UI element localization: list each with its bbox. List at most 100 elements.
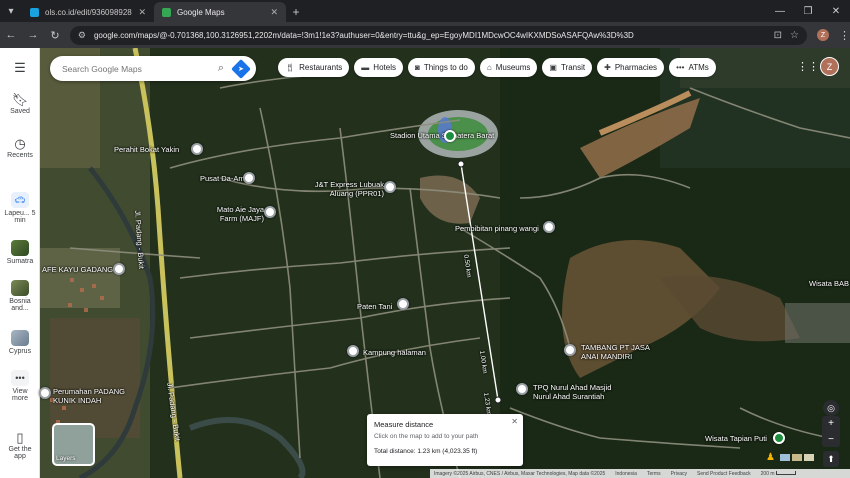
- place-pin-icon[interactable]: [113, 263, 125, 275]
- park-pin-icon[interactable]: [773, 432, 785, 444]
- place-label[interactable]: Kampung halaman: [363, 348, 426, 357]
- country-link[interactable]: Indonesia: [615, 471, 637, 477]
- chip-transit[interactable]: ▣ Transit: [542, 58, 593, 77]
- thumbnail[interactable]: [792, 454, 802, 461]
- browser-tab-1[interactable]: ols.co.id/edit/936098928 ✕: [22, 2, 154, 22]
- place-pin-icon[interactable]: [397, 298, 409, 310]
- stadium-pin-icon[interactable]: [444, 130, 456, 142]
- chip-label: Restaurants: [299, 63, 343, 72]
- chip-museums[interactable]: ⌂ Museums: [479, 58, 538, 77]
- camera-icon: ◙: [414, 63, 420, 72]
- place-pin-icon[interactable]: [243, 172, 255, 184]
- place-label[interactable]: Stadion Utama Sumatera Barat: [390, 131, 494, 140]
- close-tab-icon[interactable]: ✕: [138, 7, 146, 18]
- place-pin-icon[interactable]: [347, 345, 359, 357]
- site-info-icon[interactable]: ⚙: [78, 30, 86, 41]
- close-icon[interactable]: ✕: [511, 417, 518, 426]
- measure-hint: Click on the map to add to your path: [374, 433, 479, 440]
- zoom-in-button[interactable]: +: [828, 418, 834, 429]
- map-footer: Imagery ©2025 Airbus, CNES / Airbus, Max…: [430, 469, 850, 478]
- place-label[interactable]: TPQ Nurul Ahad Masjid Nurul Ahad Suranti…: [533, 383, 623, 401]
- bus-icon: ▣: [549, 63, 557, 72]
- scale-indicator[interactable]: 200 m: [760, 470, 796, 477]
- chip-atms[interactable]: ••• ATMs: [669, 58, 716, 77]
- new-tab-button[interactable]: +: [286, 2, 306, 22]
- close-window-icon[interactable]: ✕: [822, 0, 850, 22]
- place-label[interactable]: Perumahan PADANG KUNIK INDAH: [53, 387, 135, 405]
- chip-things-to-do[interactable]: ◙ Things to do: [407, 58, 475, 77]
- hamburger-menu-icon[interactable]: ☰: [0, 60, 40, 76]
- sidebar-item-sumatra[interactable]: Sumatra: [0, 240, 40, 265]
- tab-search-icon[interactable]: ▾: [0, 0, 22, 22]
- sidebar-item-get-app[interactable]: ▯ Get the app: [0, 430, 40, 460]
- place-label[interactable]: Wisata BAB: [809, 279, 849, 288]
- browser-profile-avatar[interactable]: Z: [817, 29, 829, 41]
- atm-icon: •••: [676, 63, 685, 72]
- privacy-link[interactable]: Privacy: [671, 471, 687, 477]
- scale-label: 200 m: [760, 470, 775, 477]
- place-pin-icon[interactable]: [516, 383, 528, 395]
- terms-link[interactable]: Terms: [647, 471, 661, 477]
- bed-icon: ▬: [361, 63, 370, 72]
- place-label[interactable]: Pembibitan pinang wangi: [455, 224, 539, 233]
- chip-pharmacies[interactable]: ✚ Pharmacies: [597, 58, 665, 77]
- place-label[interactable]: Perahit Bokat Yakin: [114, 145, 179, 154]
- place-thumbnail: [11, 330, 29, 346]
- forward-icon[interactable]: →: [22, 24, 44, 46]
- minimize-icon[interactable]: —: [766, 0, 794, 22]
- sidebar-item-label: Sumatra: [6, 258, 34, 265]
- sidebar-item-bosnia[interactable]: Bosnia and...: [0, 280, 40, 312]
- place-label[interactable]: TAMBANG PT JASA ANAI MANDIRI: [581, 343, 655, 361]
- address-bar[interactable]: ⚙ google.com/maps/@-0.701368,100.3126951…: [69, 25, 807, 45]
- chip-restaurants[interactable]: 🍴︎ Restaurants: [278, 58, 350, 77]
- sidebar-item-view-more[interactable]: ••• View more: [0, 370, 40, 402]
- reload-icon[interactable]: ↻: [44, 24, 66, 46]
- bookmark-star-icon[interactable]: ☆: [790, 30, 799, 41]
- sidebar-item-label: Recents: [7, 152, 33, 159]
- place-pin-icon[interactable]: [564, 344, 576, 356]
- back-icon[interactable]: ←: [0, 24, 22, 46]
- place-label[interactable]: J&T Express Lubuak Aluang (PPR01): [306, 180, 384, 198]
- place-label[interactable]: Paten Tani: [357, 302, 392, 311]
- chip-hotels[interactable]: ▬ Hotels: [354, 58, 403, 77]
- place-label[interactable]: Mato Aie Jaya Farm (MAJF): [206, 205, 264, 223]
- account-avatar[interactable]: Z: [820, 57, 839, 76]
- maximize-icon[interactable]: ❐: [794, 0, 822, 22]
- chip-label: Things to do: [423, 63, 468, 72]
- feedback-link[interactable]: Send Product Feedback: [697, 471, 751, 477]
- thumbnail[interactable]: [804, 454, 814, 461]
- search-icon[interactable]: ⌕: [218, 62, 224, 75]
- compass-icon[interactable]: ⬆: [823, 451, 839, 467]
- place-label[interactable]: Wisata Tapian Puti: [705, 434, 767, 443]
- pegman-icon[interactable]: ♟: [766, 452, 775, 463]
- place-label[interactable]: Pusat Da-Am: [200, 174, 245, 183]
- chip-label: Museums: [495, 63, 531, 72]
- install-app-icon[interactable]: ⊡: [774, 30, 782, 41]
- place-pin-icon[interactable]: [264, 206, 276, 218]
- search-input[interactable]: [62, 63, 212, 74]
- close-tab-icon[interactable]: ✕: [270, 7, 278, 18]
- place-pin-icon[interactable]: [384, 181, 396, 193]
- url-text[interactable]: google.com/maps/@-0.701368,100.3126951,2…: [94, 31, 766, 40]
- browser-tab-2[interactable]: Google Maps ✕: [154, 2, 286, 22]
- place-pin-icon[interactable]: [191, 143, 203, 155]
- sidebar-item-cyprus[interactable]: Cyprus: [0, 330, 40, 355]
- browser-toolbar: ← → ↻ ⚙ google.com/maps/@-0.701368,100.3…: [0, 22, 850, 48]
- place-pin-icon[interactable]: [543, 221, 555, 233]
- sidebar-item-saved[interactable]: 🔖︎ Saved: [0, 92, 40, 115]
- museum-icon: ⌂: [486, 63, 492, 72]
- sidebar-item-route[interactable]: 🚗︎ Lapeu... 5 min: [0, 192, 40, 224]
- zoom-out-button[interactable]: −: [828, 434, 834, 445]
- thumbnail[interactable]: [780, 454, 790, 461]
- imagery-thumbnails[interactable]: [780, 454, 814, 461]
- place-label[interactable]: AFE KAYU GADANG: [42, 265, 113, 274]
- place-pin-icon[interactable]: [39, 387, 51, 399]
- browser-menu-icon[interactable]: ⋮: [839, 29, 850, 42]
- browser-tab-bar: ▾ ols.co.id/edit/936098928 ✕ Google Maps…: [0, 0, 850, 22]
- tab-favicon: [30, 7, 39, 17]
- directions-icon[interactable]: ➤: [231, 58, 251, 79]
- layers-button[interactable]: Layers: [52, 423, 95, 466]
- search-box[interactable]: ⌕ ➤: [50, 56, 256, 81]
- my-location-icon[interactable]: ◎: [823, 400, 839, 416]
- sidebar-item-recents[interactable]: ◷ Recents: [0, 136, 40, 159]
